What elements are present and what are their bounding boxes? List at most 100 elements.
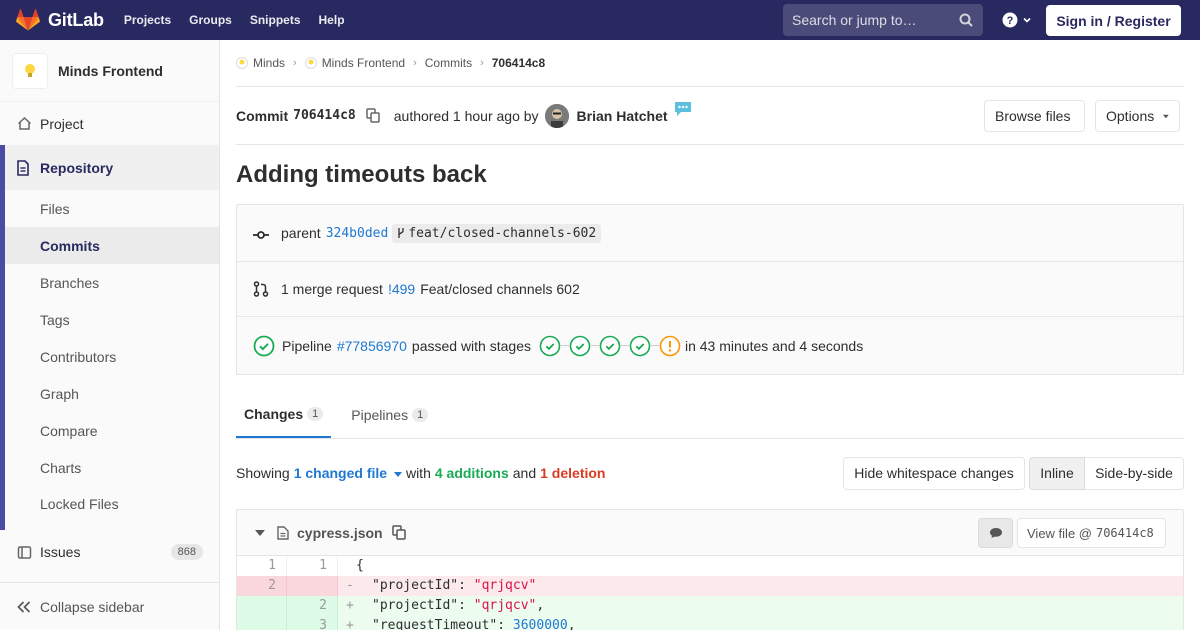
changed-files-dropdown[interactable]: 1 changed file bbox=[294, 465, 402, 481]
diff-file-name[interactable]: cypress.json bbox=[297, 525, 383, 541]
branch-icon bbox=[398, 228, 404, 238]
nav-link-snippets[interactable]: Snippets bbox=[250, 13, 301, 27]
old-line-number[interactable] bbox=[237, 596, 287, 616]
stage-passed-icon[interactable] bbox=[569, 335, 591, 357]
diff-code: - "projectId": "qrjqcv" bbox=[338, 576, 1183, 596]
toggle-comments-button[interactable] bbox=[978, 518, 1013, 548]
tab-label: Pipelines bbox=[351, 407, 409, 423]
stage-warning-icon[interactable] bbox=[659, 335, 681, 357]
stage-passed-icon[interactable] bbox=[599, 335, 621, 357]
project-avatar bbox=[12, 52, 48, 89]
author-name[interactable]: Brian Hatchet bbox=[577, 108, 668, 124]
hide-whitespace-button[interactable]: Hide whitespace changes bbox=[843, 456, 1025, 490]
sidebar-item-project[interactable]: Project bbox=[0, 102, 219, 145]
nav-links: Projects Groups Snippets Help bbox=[124, 0, 363, 40]
stage-connector bbox=[560, 345, 569, 346]
new-line-number[interactable]: 1 bbox=[287, 556, 338, 576]
copy-icon bbox=[366, 108, 380, 123]
collapse-sidebar-label: Collapse sidebar bbox=[40, 598, 145, 615]
project-name: Minds Frontend bbox=[58, 62, 163, 79]
sidebar-subitem-locked-files[interactable]: Locked Files bbox=[0, 486, 219, 530]
chevron-right-icon: › bbox=[293, 57, 297, 69]
issues-icon bbox=[16, 544, 32, 560]
old-line-number[interactable] bbox=[237, 616, 287, 630]
diff-code: { bbox=[338, 556, 1183, 576]
code-sep: : bbox=[458, 598, 474, 613]
new-line-number[interactable] bbox=[287, 576, 338, 596]
help-dropdown[interactable]: ? bbox=[1002, 12, 1032, 28]
sidebar-subitem-commits[interactable]: Commits bbox=[0, 227, 219, 264]
question-icon: ? bbox=[1002, 12, 1018, 28]
breadcrumb-current[interactable]: 706414c8 bbox=[492, 56, 545, 70]
code-sep: : bbox=[497, 618, 513, 630]
commit-sha: 706414c8 bbox=[293, 108, 356, 123]
tab-pipelines[interactable]: Pipelines 1 bbox=[343, 392, 436, 438]
breadcrumb-minds-frontend[interactable]: Minds Frontend bbox=[304, 56, 405, 70]
copy-sha-button[interactable] bbox=[366, 108, 380, 123]
breadcrumb-commits[interactable]: Commits bbox=[425, 56, 472, 70]
sidebar-subitem-contributors[interactable]: Contributors bbox=[0, 338, 219, 375]
author-avatar[interactable] bbox=[544, 103, 569, 128]
sidebar-subitem-compare[interactable]: Compare bbox=[0, 412, 219, 449]
merge-request-row: 1 merge request !499 Feat/closed channel… bbox=[237, 262, 1183, 317]
stage-passed-icon[interactable] bbox=[539, 335, 561, 357]
diff-lines: 1 1 { 2 - "projectId": "qrjqcv" 2 + "proje… bbox=[237, 556, 1183, 630]
view-file-sha: 706414c8 bbox=[1095, 526, 1154, 540]
options-dropdown[interactable]: Options bbox=[1095, 100, 1180, 132]
tab-changes[interactable]: Changes 1 bbox=[236, 392, 332, 438]
stage-connector bbox=[620, 345, 629, 346]
side-by-side-view-button[interactable]: Side-by-side bbox=[1085, 456, 1184, 490]
breadcrumb-minds[interactable]: Minds bbox=[236, 56, 285, 70]
pipeline-link[interactable]: #77856970 bbox=[337, 338, 407, 354]
search-input[interactable] bbox=[792, 12, 952, 28]
nav-link-projects[interactable]: Projects bbox=[124, 13, 171, 27]
merge-request-title: Feat/closed channels 602 bbox=[420, 281, 580, 297]
breadcrumb-label: Minds bbox=[253, 56, 286, 70]
merge-request-link[interactable]: !499 bbox=[388, 281, 415, 297]
code-tail: , bbox=[567, 618, 576, 630]
diff-sign: - bbox=[346, 578, 354, 593]
sign-in-button[interactable]: Sign in / Register bbox=[1046, 5, 1181, 36]
sidebar-subitem-graph[interactable]: Graph bbox=[0, 375, 219, 412]
avatar-icon bbox=[544, 103, 569, 128]
sidebar-project-header[interactable]: Minds Frontend bbox=[0, 40, 219, 102]
old-line-number[interactable]: 2 bbox=[237, 576, 287, 596]
new-line-number[interactable]: 2 bbox=[287, 596, 338, 616]
gitlab-brand[interactable]: GitLab bbox=[0, 0, 104, 40]
tab-count-badge: 1 bbox=[307, 407, 324, 421]
caret-down-icon bbox=[1163, 114, 1169, 118]
stage-passed-icon[interactable] bbox=[629, 335, 651, 357]
merge-request-icon bbox=[253, 281, 269, 297]
chevron-down-icon bbox=[1023, 17, 1031, 23]
diff-line-added: 3 + "requestTimeout": 3600000, bbox=[237, 616, 1183, 630]
sidebar-subitem-charts[interactable]: Charts bbox=[0, 449, 219, 486]
collapse-sidebar-button[interactable]: Collapse sidebar bbox=[0, 582, 220, 630]
collapse-caret-icon[interactable] bbox=[255, 529, 265, 536]
parent-sha-link[interactable]: 324b0ded bbox=[326, 226, 389, 241]
sidebar-subitem-tags[interactable]: Tags bbox=[0, 301, 219, 338]
branch-badge[interactable]: feat/closed-channels-602 bbox=[392, 223, 602, 243]
changed-files-label: 1 changed file bbox=[293, 465, 388, 481]
diff-code: + "projectId": "qrjqcv", bbox=[338, 596, 1183, 616]
commit-info-box: parent 324b0ded feat/closed-channels-602… bbox=[236, 204, 1184, 375]
copy-file-path-button[interactable] bbox=[391, 525, 406, 540]
view-file-button[interactable]: View file @ 706414c8 bbox=[1017, 518, 1166, 548]
sidebar-item-issues[interactable]: Issues 868 bbox=[0, 530, 219, 574]
inline-view-button[interactable]: Inline bbox=[1029, 456, 1085, 490]
sidebar-subitem-branches[interactable]: Branches bbox=[0, 264, 219, 301]
caret-down-icon bbox=[393, 471, 402, 477]
commit-tabs: Changes 1 Pipelines 1 bbox=[236, 375, 1184, 439]
old-line-number[interactable]: 1 bbox=[237, 556, 287, 576]
nav-link-help[interactable]: Help bbox=[319, 13, 345, 27]
document-icon bbox=[16, 159, 32, 176]
diff-file: cypress.json View file @ 706414c8 1 1 { … bbox=[236, 509, 1184, 630]
sidebar-subitem-files[interactable]: Files bbox=[0, 190, 219, 227]
pipeline-passed-icon[interactable] bbox=[253, 335, 275, 357]
new-line-number[interactable]: 3 bbox=[287, 616, 338, 630]
browse-files-button[interactable]: Browse files bbox=[984, 100, 1085, 132]
sidebar-item-repository[interactable]: Repository bbox=[0, 145, 219, 190]
nav-link-groups[interactable]: Groups bbox=[189, 13, 232, 27]
deletions-count: 1 deletion bbox=[540, 465, 606, 481]
commit-icon bbox=[253, 231, 269, 239]
diff-sign: + bbox=[346, 598, 354, 613]
